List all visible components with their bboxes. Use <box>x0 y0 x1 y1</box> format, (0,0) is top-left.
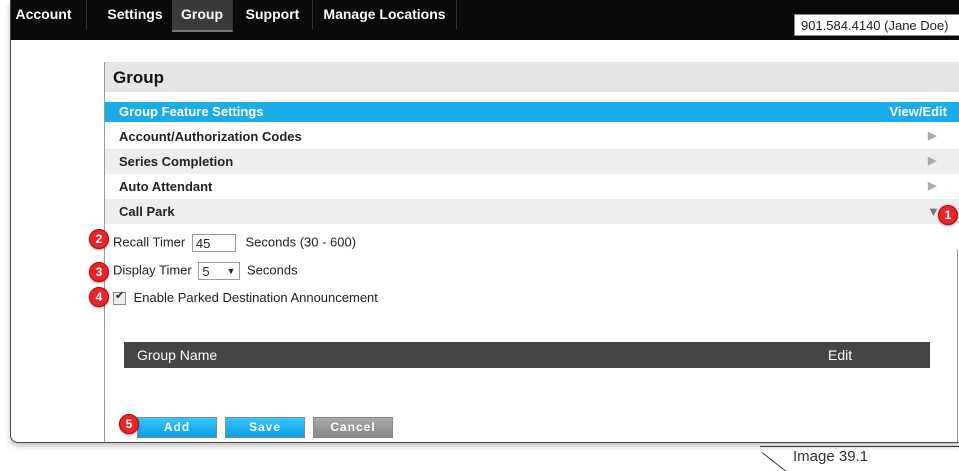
callout-badge-1: 1 <box>938 205 958 225</box>
chevron-down-icon: ▼ <box>226 266 236 276</box>
callout-badge-2: 2 <box>89 229 109 249</box>
row-account-auth-codes[interactable]: Account/Authorization Codes ▶ <box>105 124 959 149</box>
display-timer-value: 5 <box>202 264 210 279</box>
feature-settings-title: Group Feature Settings <box>119 104 264 119</box>
cancel-button[interactable]: Cancel <box>313 417 393 438</box>
user-select[interactable]: 901.584.4140 (Jane Doe) <box>794 14 959 36</box>
add-button[interactable]: Add <box>137 417 217 438</box>
recall-timer-suffix: Seconds (30 - 600) <box>245 234 357 250</box>
page-title: Group <box>113 68 164 87</box>
checkmark-icon: ✔ <box>115 290 125 303</box>
tab-group[interactable]: Group <box>172 0 233 32</box>
display-timer-select[interactable]: 5 ▼ <box>198 262 241 280</box>
display-timer-suffix: Seconds <box>247 262 298 278</box>
recall-timer-input[interactable]: 45 <box>191 234 236 252</box>
tab-manage-locations[interactable]: Manage Locations <box>313 0 457 30</box>
view-edit-link[interactable]: View/Edit <box>889 102 947 122</box>
top-nav: Account Settings Group Support Manage Lo… <box>11 0 959 40</box>
col-edit: Edit <box>828 347 853 363</box>
row-label: Call Park <box>119 204 175 219</box>
caption-rule-diagonal <box>761 452 786 471</box>
announcement-field: ✔ Enable Parked Destination Announcement <box>113 290 378 306</box>
tab-settings[interactable]: Settings <box>97 0 174 30</box>
display-timer-label: Display Timer <box>113 262 192 278</box>
row-label: Auto Attendant <box>119 179 213 194</box>
row-label: Series Completion <box>119 154 234 169</box>
col-group-name: Group Name <box>137 347 218 363</box>
callout-badge-3: 3 <box>89 262 109 282</box>
row-auto-attendant[interactable]: Auto Attendant ▶ <box>105 174 959 199</box>
expand-arrow-icon[interactable]: ▶ <box>928 174 936 199</box>
display-timer-field: Display Timer 5 ▼ Seconds <box>113 262 298 280</box>
row-label: Account/Authorization Codes <box>119 129 302 144</box>
caption-text: Image 39.1 <box>793 448 869 465</box>
group-table-header: Group Name Edit <box>124 342 930 368</box>
group-panel: Group Group Feature Settings View/Edit A… <box>104 62 959 442</box>
announcement-checkbox[interactable]: ✔ <box>113 290 126 306</box>
recall-timer-field: Recall Timer 45 Seconds (30 - 600) <box>113 234 356 252</box>
row-series-completion[interactable]: Series Completion ▶ <box>105 149 959 174</box>
announcement-label: Enable Parked Destination Announcement <box>133 290 378 305</box>
app-frame: Account Settings Group Support Manage Lo… <box>10 0 959 443</box>
group-header: Group <box>105 62 959 92</box>
image-caption: Image 39.1 <box>760 446 959 471</box>
expand-arrow-icon[interactable]: ▶ <box>928 124 936 149</box>
callout-badge-5: 5 <box>119 414 139 434</box>
row-call-park[interactable]: Call Park ▼ <box>105 199 959 224</box>
recall-timer-label: Recall Timer <box>113 234 186 250</box>
caption-rule <box>760 446 959 447</box>
callout-badge-4: 4 <box>89 287 109 307</box>
save-button[interactable]: Save <box>225 417 305 438</box>
tab-account[interactable]: Account <box>11 0 87 30</box>
tab-support[interactable]: Support <box>233 0 313 30</box>
divider <box>957 250 958 442</box>
feature-settings-bar: Group Feature Settings View/Edit <box>105 102 959 122</box>
expand-arrow-icon[interactable]: ▶ <box>928 149 936 174</box>
